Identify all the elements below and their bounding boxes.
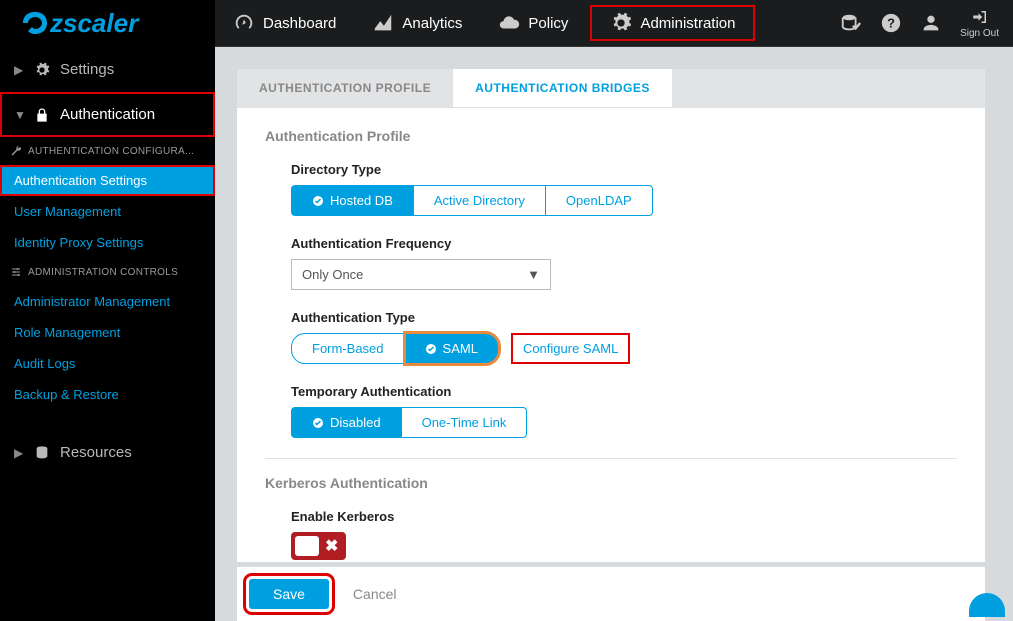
wrench-icon [10, 145, 22, 157]
temp-auth-disabled[interactable]: Disabled [291, 407, 402, 438]
sidebar-audit-logs[interactable]: Audit Logs [0, 348, 215, 379]
temp-auth-onetime[interactable]: One-Time Link [402, 407, 528, 438]
temp-auth-label: Temporary Authentication [291, 384, 957, 399]
brand-text: zscaler [50, 8, 138, 39]
help-icon[interactable]: ? [880, 12, 902, 34]
auth-type-block: Authentication Type Form-Based SAML Conf… [291, 310, 957, 364]
chevron-right-icon: ▶ [14, 63, 24, 77]
sidebar-settings[interactable]: ▶ Settings [0, 47, 215, 92]
sidebar-admin-mgmt[interactable]: Administrator Management [0, 286, 215, 317]
sidebar-role-mgmt[interactable]: Role Management [0, 317, 215, 348]
directory-type-options: Hosted DB Active Directory OpenLDAP [291, 185, 957, 216]
cloud-icon [498, 12, 520, 34]
auth-type-form-based[interactable]: Form-Based [291, 333, 405, 364]
temp-auth-block: Temporary Authentication Disabled One-Ti… [291, 384, 957, 438]
cancel-button[interactable]: Cancel [353, 586, 397, 602]
auth-type-label: Authentication Type [291, 310, 957, 325]
section-auth-profile-title: Authentication Profile [265, 128, 957, 144]
user-icon[interactable] [920, 12, 942, 34]
tab-auth-bridges[interactable]: AUTHENTICATION BRIDGES [453, 69, 672, 107]
check-circle-icon [312, 417, 324, 429]
sidebar-resources[interactable]: ▶ Resources [0, 430, 215, 475]
fab-button[interactable] [969, 593, 1005, 617]
sidebar-admin-header: ADMINISTRATION CONTROLS [0, 258, 215, 286]
sidebar-user-mgmt[interactable]: User Management [0, 196, 215, 227]
directory-type-block: Directory Type Hosted DB Active Director… [291, 162, 957, 216]
auth-frequency-select[interactable]: Only Once ▼ [291, 259, 551, 290]
dir-hosted-db[interactable]: Hosted DB [291, 185, 414, 216]
check-circle-icon [425, 343, 437, 355]
auth-type-options: Form-Based SAML Configure SAML [291, 333, 957, 364]
footer-actions: Save Cancel [237, 566, 985, 621]
sliders-icon [10, 266, 22, 278]
sidebar-authentication[interactable]: ▼ Authentication [0, 92, 215, 137]
nav-policy[interactable]: Policy [480, 0, 586, 47]
main-content: AUTHENTICATION PROFILE AUTHENTICATION BR… [215, 47, 985, 621]
chevron-down-icon: ▼ [527, 267, 540, 282]
tab-auth-profile[interactable]: AUTHENTICATION PROFILE [237, 69, 453, 107]
configure-saml-link[interactable]: Configure SAML [511, 333, 630, 364]
gauge-icon [233, 12, 255, 34]
auth-type-saml[interactable]: SAML [405, 333, 499, 364]
enable-kerberos-toggle[interactable]: ✖ [291, 532, 346, 560]
panel-auth-profile: Authentication Profile Directory Type Ho… [237, 107, 985, 562]
enable-kerberos-label: Enable Kerberos [291, 509, 957, 524]
db-check-icon[interactable] [840, 12, 862, 34]
database-icon [34, 445, 50, 461]
sidebar: ▶ Settings ▼ Authentication AUTHENTICATI… [0, 47, 215, 621]
close-icon: ✖ [325, 536, 338, 556]
auth-frequency-block: Authentication Frequency Only Once ▼ [291, 236, 957, 290]
section-kerberos-title: Kerberos Authentication [265, 475, 957, 491]
chevron-down-icon: ▼ [14, 108, 24, 122]
auth-frequency-label: Authentication Frequency [291, 236, 957, 251]
dir-active-directory[interactable]: Active Directory [414, 185, 546, 216]
sidebar-auth-settings[interactable]: Authentication Settings [0, 165, 215, 196]
zscaler-logo-icon [20, 9, 50, 37]
temp-auth-options: Disabled One-Time Link [291, 407, 957, 438]
gears-icon [610, 12, 632, 34]
logo[interactable]: zscaler [0, 0, 215, 47]
divider [265, 458, 957, 459]
nav-tabs: Dashboard Analytics Policy Administratio… [215, 0, 1013, 47]
nav-dashboard[interactable]: Dashboard [215, 0, 354, 47]
nav-right: ? Sign Out [840, 8, 1013, 39]
chevron-right-icon: ▶ [14, 446, 24, 460]
chart-icon [372, 12, 394, 34]
nav-analytics[interactable]: Analytics [354, 0, 480, 47]
signout-icon [970, 8, 990, 26]
gear-icon [34, 62, 50, 78]
top-header: zscaler Dashboard Analytics Policy Admin… [0, 0, 1013, 47]
sidebar-backup-restore[interactable]: Backup & Restore [0, 379, 215, 410]
dir-openldap[interactable]: OpenLDAP [546, 185, 653, 216]
content-tabs: AUTHENTICATION PROFILE AUTHENTICATION BR… [237, 69, 985, 107]
signout-button[interactable]: Sign Out [960, 8, 999, 39]
sidebar-identity-proxy[interactable]: Identity Proxy Settings [0, 227, 215, 258]
sidebar-auth-header: AUTHENTICATION CONFIGURA... [0, 137, 215, 165]
lock-icon [34, 107, 50, 123]
save-button[interactable]: Save [249, 579, 329, 609]
nav-administration[interactable]: Administration [590, 5, 755, 41]
check-circle-icon [312, 195, 324, 207]
toggle-handle [295, 536, 319, 556]
kerberos-block: Enable Kerberos ✖ [291, 509, 957, 561]
svg-text:?: ? [887, 16, 895, 31]
directory-type-label: Directory Type [291, 162, 957, 177]
